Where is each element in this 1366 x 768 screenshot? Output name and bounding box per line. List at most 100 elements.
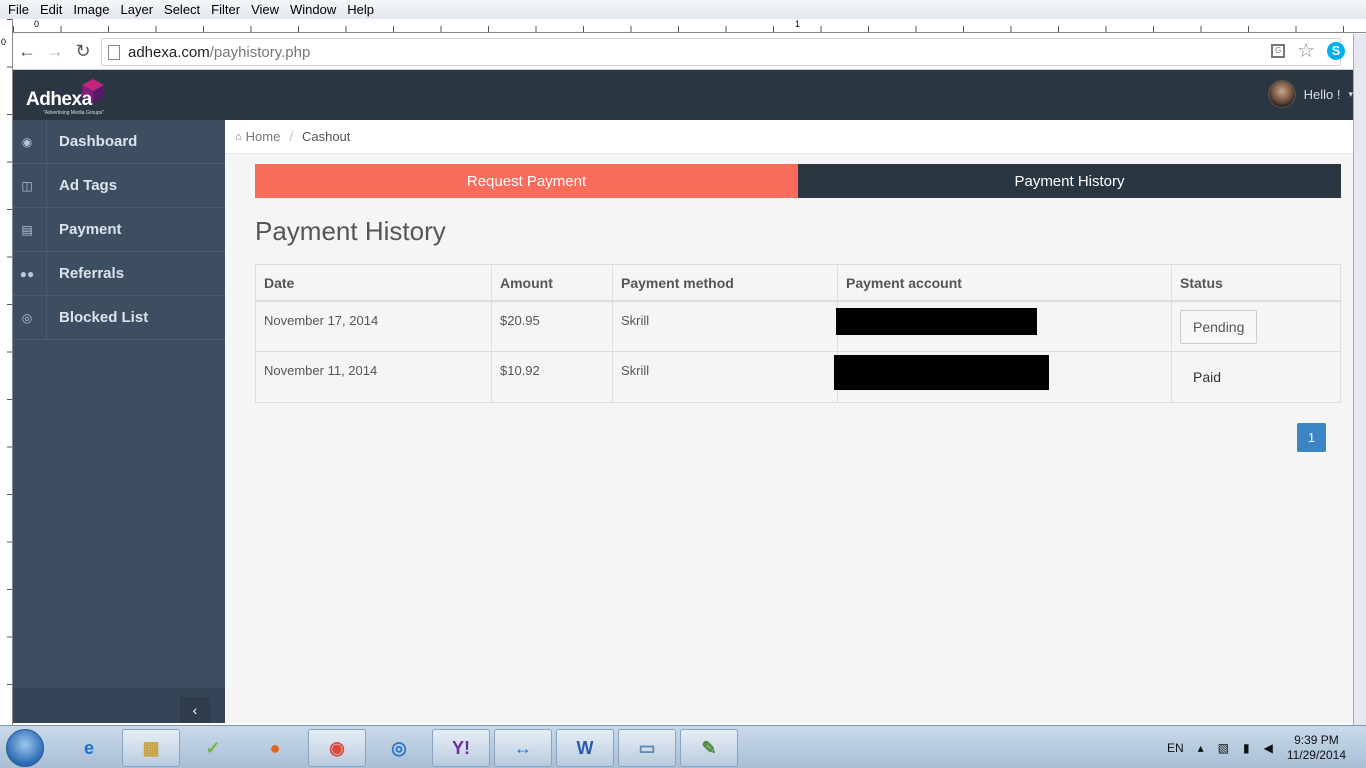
- tab-payment-history[interactable]: Payment History: [798, 164, 1341, 198]
- breadcrumb-home[interactable]: Home: [246, 129, 281, 144]
- column-header-amount: Amount: [491, 264, 613, 302]
- cell-account: [836, 300, 1172, 352]
- cell-status: Pending: [1171, 300, 1341, 352]
- word-icon[interactable]: W: [556, 729, 614, 767]
- user-menu[interactable]: Hello ! ▾: [1267, 80, 1353, 108]
- sidebar-item-label: Dashboard: [59, 133, 138, 150]
- cell-amount: $20.95: [491, 300, 613, 352]
- users-icon: ●●: [19, 266, 35, 281]
- url-host: adhexa.com: [128, 43, 210, 61]
- logo-tagline: "Advertising Media Groups": [43, 110, 105, 116]
- menu-filter[interactable]: Filter: [206, 2, 246, 17]
- cell-date: November 11, 2014: [255, 351, 492, 403]
- system-tray: EN ▴ ▧ ▮ ◀ 9:39 PM 11/29/2014: [1167, 726, 1346, 768]
- pagination-page-1[interactable]: 1: [1297, 423, 1326, 452]
- chevron-down-icon: ▾: [1348, 88, 1353, 99]
- vruler-label-zero: 0: [1, 37, 7, 47]
- tab-request-payment[interactable]: Request Payment: [255, 164, 798, 198]
- cell-account: [834, 351, 1172, 403]
- cashout-tabs: Request Payment Payment History: [255, 164, 1341, 198]
- windows-taskbar: e ▦ ✓ ● ◉ ◎ Y! ↔ W ▭ ✎ EN ▴ ▧ ▮ ◀ 9:39 P…: [0, 725, 1366, 768]
- explorer-folder-icon[interactable]: ▦: [122, 729, 180, 767]
- page-icon: [108, 44, 120, 60]
- menu-window[interactable]: Window: [285, 2, 342, 17]
- ruler-label-zero: 0: [34, 19, 40, 29]
- network-icon[interactable]: ▧: [1218, 741, 1229, 755]
- tray-expand-icon[interactable]: ▴: [1198, 741, 1204, 755]
- status-badge[interactable]: Pending: [1180, 309, 1258, 344]
- sidebar-item-payment[interactable]: ▤ Payment: [13, 208, 225, 252]
- clock-time: 9:39 PM: [1294, 732, 1339, 747]
- dashboard-icon: ◉: [21, 134, 33, 149]
- teamviewer-icon[interactable]: ↔: [494, 729, 552, 767]
- paint-icon[interactable]: ✎: [680, 729, 738, 767]
- translate-icon[interactable]: G: [1271, 44, 1286, 58]
- cell-method: Skrill: [612, 300, 838, 352]
- back-arrow-icon[interactable]: ←: [13, 41, 41, 62]
- horizontal-ruler: 0 1: [13, 19, 1366, 33]
- avatar: [1267, 80, 1296, 108]
- skype-icon[interactable]: S: [1327, 42, 1345, 60]
- table-row: November 17, 2014 $20.95 Skrill Pending: [255, 300, 1341, 352]
- browser-toolbar: ← → ↻ adhexa.com/payhistory.php G ☆ S: [13, 34, 1353, 70]
- cell-date: November 17, 2014: [255, 300, 492, 352]
- url-path: /payhistory.php: [209, 43, 311, 61]
- breadcrumb-current: Cashout: [301, 129, 351, 144]
- firefox-icon[interactable]: ●: [246, 729, 304, 767]
- sidebar-footer: ‹: [13, 688, 225, 723]
- sidebar-item-label: Payment: [59, 221, 122, 238]
- breadcrumb-separator: /: [289, 129, 293, 144]
- menu-select[interactable]: Select: [159, 2, 206, 17]
- redacted-account: [834, 355, 1049, 390]
- menu-view[interactable]: View: [246, 2, 285, 17]
- menu-file[interactable]: File: [3, 2, 35, 17]
- column-header-payment-account: Payment account: [837, 264, 1172, 302]
- table-header-row: Date Amount Payment method Payment accou…: [255, 264, 1341, 302]
- ie-icon[interactable]: e: [60, 729, 118, 767]
- yahoo-messenger-icon[interactable]: Y!: [432, 729, 490, 767]
- payment-history-table: Date Amount Payment method Payment accou…: [255, 264, 1341, 403]
- menu-help[interactable]: Help: [342, 2, 380, 17]
- sidebar-collapse-button[interactable]: ‹: [180, 697, 210, 723]
- reload-icon[interactable]: ↻: [69, 41, 97, 62]
- clock[interactable]: 9:39 PM 11/29/2014: [1287, 733, 1346, 763]
- column-header-payment-method: Payment method: [612, 264, 838, 302]
- site-header: Adhexa "Advertising Media Groups" Hello …: [13, 70, 1353, 120]
- start-button[interactable]: [6, 729, 44, 767]
- battery-icon[interactable]: ▮: [1243, 741, 1250, 755]
- language-indicator[interactable]: EN: [1167, 741, 1184, 755]
- clock-date: 11/29/2014: [1286, 747, 1346, 762]
- menu-image[interactable]: Image: [68, 2, 115, 17]
- eye-slash-icon: ◎: [21, 310, 33, 325]
- app-green-icon[interactable]: ✓: [184, 729, 242, 767]
- bookmark-star-icon[interactable]: ☆: [1297, 41, 1315, 61]
- vertical-ruler: 0: [0, 19, 13, 725]
- breadcrumb: ⌂ Home / Cashout: [225, 120, 1353, 154]
- sidebar-item-label: Ad Tags: [59, 177, 118, 194]
- logo-text: Adhexa: [26, 89, 92, 110]
- notepad-icon[interactable]: ▭: [618, 729, 676, 767]
- address-bar[interactable]: adhexa.com/payhistory.php: [101, 38, 1341, 66]
- menu-edit[interactable]: Edit: [35, 2, 68, 17]
- main-content: ⌂ Home / Cashout Request Payment Payment…: [225, 120, 1353, 723]
- columns-icon: ◫: [21, 178, 33, 193]
- chrome-icon[interactable]: ◉: [308, 729, 366, 767]
- sidebar-item-blocked-list[interactable]: ◎ Blocked List: [13, 296, 225, 340]
- volume-icon[interactable]: ◀: [1264, 741, 1273, 755]
- sidebar-item-dashboard[interactable]: ◉ Dashboard: [13, 120, 225, 164]
- column-header-date: Date: [255, 264, 492, 302]
- sidebar: ◉ Dashboard ◫ Ad Tags ▤ Payment ●● Refer…: [13, 120, 225, 723]
- site-logo[interactable]: Adhexa "Advertising Media Groups": [26, 76, 116, 116]
- greeting: Hello !: [1303, 86, 1341, 102]
- sidebar-item-referrals[interactable]: ●● Referrals: [13, 252, 225, 296]
- table-row: November 11, 2014 $10.92 Skrill Paid: [255, 351, 1341, 403]
- app-menubar: File Edit Image Layer Select Filter View…: [0, 0, 1366, 19]
- forward-arrow-icon[interactable]: →: [41, 41, 69, 62]
- ruler-label-one: 1: [795, 19, 801, 29]
- messenger-icon[interactable]: ◎: [370, 729, 428, 767]
- menu-layer[interactable]: Layer: [116, 2, 160, 17]
- redacted-account: [836, 307, 1037, 335]
- cell-method: Skrill: [612, 351, 838, 403]
- sidebar-item-ad-tags[interactable]: ◫ Ad Tags: [13, 164, 225, 208]
- sidebar-item-label: Blocked List: [59, 309, 149, 326]
